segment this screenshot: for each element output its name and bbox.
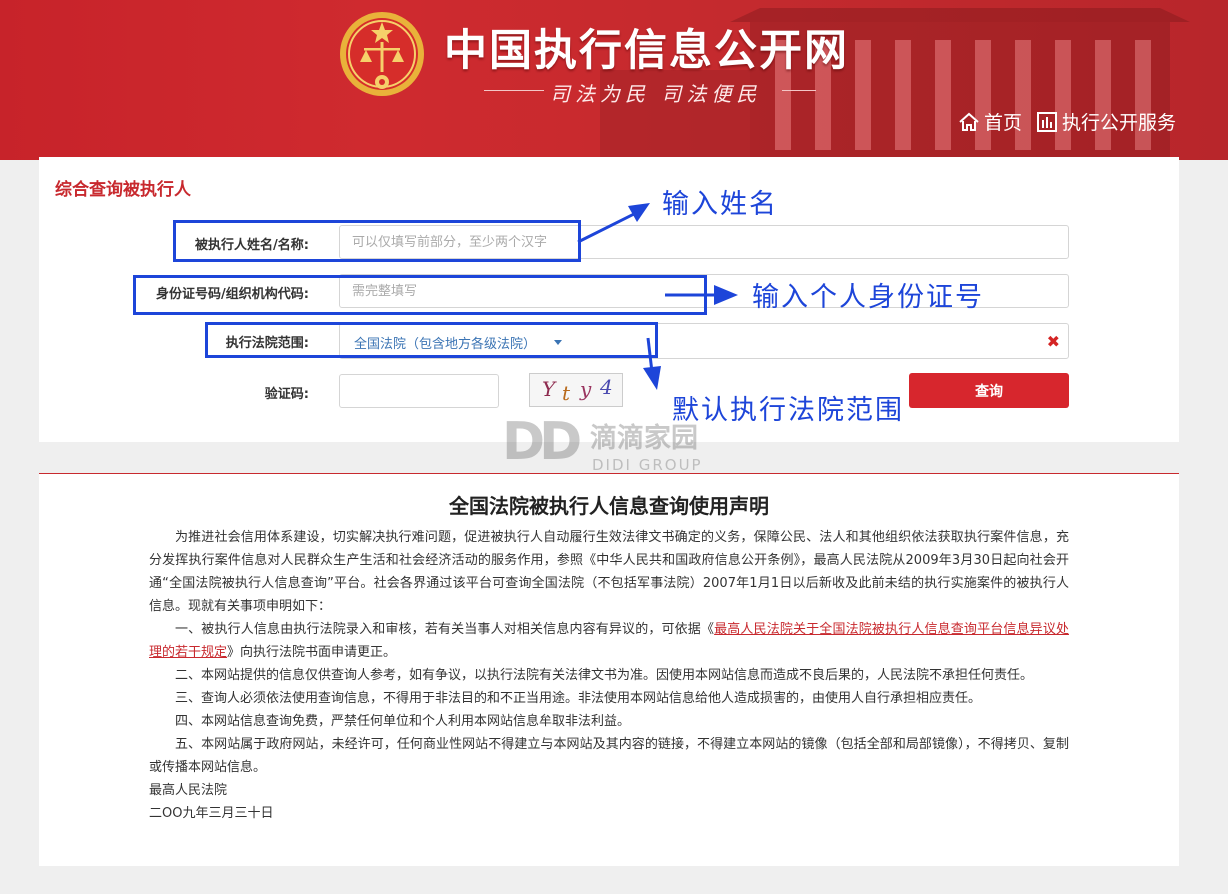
watermark-cn: 滴滴家园: [590, 423, 698, 454]
notice-date: 二OO九年三月三十日: [149, 806, 274, 821]
notice-body: 为推进社会信用体系建设，切实解决执行难问题，促进被执行人自动履行生效法律文书确定…: [149, 526, 1069, 825]
annotation-name: 输入姓名: [662, 189, 778, 220]
annotation-id: 输入个人身份证号: [752, 282, 984, 313]
watermark: DD 滴滴家园 DIDI GROUP: [500, 412, 730, 480]
watermark-en: DIDI GROUP: [592, 456, 703, 474]
usage-notice: 全国法院被执行人信息查询使用声明 为推进社会信用体系建设，切实解决执行难问题，促…: [39, 474, 1179, 866]
notice-paragraph: 二、本网站提供的信息仅供查询人参考，如有争议，以执行法院有关法律文书为准。因使用…: [175, 668, 1034, 683]
notice-paragraph: 三、查询人必须依法使用查询信息，不得用于非法目的和不正当用途。非法使用本网站信息…: [175, 691, 982, 706]
notice-text: 》向执行法院书面申请更正。: [227, 645, 397, 660]
watermark-logo: DD: [502, 412, 582, 472]
notice-paragraph: 五、本网站属于政府网站，未经许可，任何商业性网站不得建立与本网站及其内容的链接，…: [149, 737, 1069, 775]
notice-paragraph: 为推进社会信用体系建设，切实解决执行难问题，促进被执行人自动履行生效法律文书确定…: [149, 530, 1069, 614]
notice-paragraph: 一、被执行人信息由执行法院录入和审核，若有关当事人对相关信息内容有异议的，可依据…: [149, 618, 1069, 664]
notice-paragraph: 四、本网站信息查询免费，严禁任何单位和个人利用本网站信息牟取非法利益。: [175, 714, 631, 729]
notice-title: 全国法院被执行人信息查询使用声明: [449, 494, 769, 518]
notice-text: 一、被执行人信息由执行法院录入和审核，若有关当事人对相关信息内容有异议的，可依据…: [175, 622, 715, 637]
notice-signer: 最高人民法院: [149, 783, 228, 798]
